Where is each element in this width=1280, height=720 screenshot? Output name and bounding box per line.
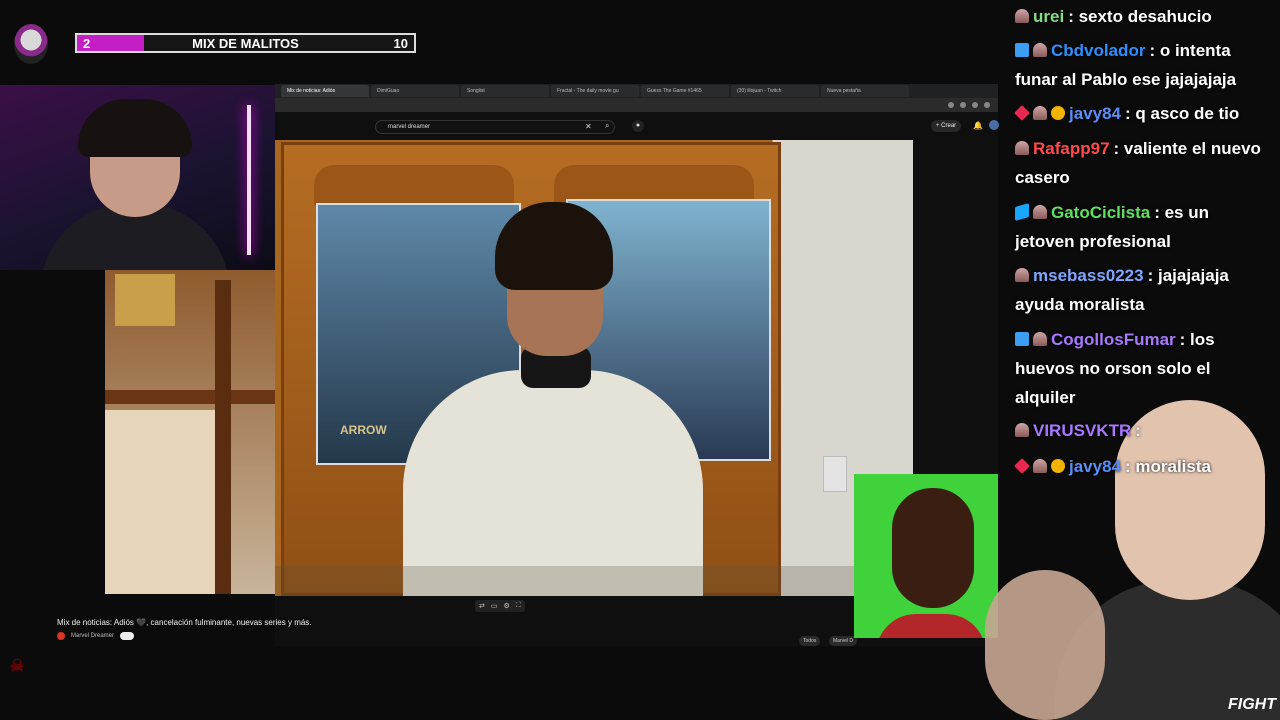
chat-username[interactable]: CogollosFumar bbox=[1051, 330, 1176, 349]
extension-icon[interactable] bbox=[972, 102, 978, 108]
video-player[interactable]: ARROW bbox=[275, 140, 913, 596]
gold-badge-icon bbox=[1051, 106, 1065, 120]
user-badge-icon bbox=[1033, 459, 1047, 473]
mix-goal: 10 bbox=[393, 36, 408, 51]
chat-panel: urei: sexto desahucio Cbdvolador: o inten… bbox=[1005, 0, 1280, 510]
user-badge-icon bbox=[1033, 106, 1047, 120]
search-input[interactable]: marvel dreamer bbox=[375, 120, 615, 134]
poster-title: ARROW bbox=[340, 423, 387, 437]
user-badge-icon bbox=[1015, 141, 1029, 155]
tab-songlist[interactable]: Songlist bbox=[461, 85, 549, 97]
presenter-sweater bbox=[403, 370, 703, 596]
led-strip bbox=[247, 105, 251, 255]
chat-username[interactable]: Rafapp97 bbox=[1033, 139, 1110, 158]
greenscreen-shirt bbox=[876, 614, 986, 638]
chat-username[interactable]: VIRUSVKTR bbox=[1033, 421, 1131, 440]
bed-blanket bbox=[105, 410, 225, 594]
captions-icon[interactable]: ▭ bbox=[491, 602, 498, 610]
chat-message: urei: sexto desahucio bbox=[1015, 2, 1270, 31]
bed-rail bbox=[105, 390, 275, 404]
user-badge-icon bbox=[1015, 423, 1029, 437]
video-floor bbox=[275, 566, 913, 596]
user-badge-icon bbox=[1015, 268, 1029, 282]
cyan-badge-icon bbox=[1015, 203, 1029, 221]
prime-badge-icon bbox=[1015, 332, 1029, 346]
mic-icon[interactable]: ● bbox=[632, 120, 644, 132]
chat-text: : moralista bbox=[1125, 457, 1211, 476]
chat-message: CogollosFumar: los huevos no orson solo … bbox=[1015, 325, 1270, 412]
chat-text: : bbox=[1135, 421, 1141, 440]
gold-badge-icon bbox=[1051, 459, 1065, 473]
bell-icon[interactable]: 🔔 bbox=[973, 121, 983, 130]
user-badge-icon bbox=[1033, 205, 1047, 219]
chat-username[interactable]: javy84 bbox=[1069, 104, 1121, 123]
video-title: Mix de noticias: Adiós 🖤, cancelación fu… bbox=[57, 618, 312, 627]
tab-bar: Mix de noticias: Adiós DimiGuao Songlist… bbox=[275, 84, 998, 98]
channel-row: Marvel Dreamer bbox=[57, 632, 134, 640]
prime-badge-icon bbox=[1015, 43, 1029, 57]
subscribe-button[interactable] bbox=[120, 632, 134, 640]
account-avatar[interactable] bbox=[989, 120, 999, 130]
user-badge-icon bbox=[1033, 43, 1047, 57]
toy-box bbox=[115, 274, 175, 326]
chat-username[interactable]: javy84 bbox=[1069, 457, 1121, 476]
channel-logo-icon bbox=[14, 24, 48, 64]
fullscreen-icon[interactable]: ⛶ bbox=[516, 602, 521, 610]
sub-badge-icon bbox=[1014, 458, 1030, 474]
tab-mix-noticias[interactable]: Mix de noticias: Adiós bbox=[281, 85, 369, 97]
hoodie-print: FIGHT bbox=[1228, 696, 1276, 713]
clear-search-icon[interactable]: ✕ bbox=[585, 122, 592, 131]
light-switch bbox=[823, 456, 847, 492]
chat-username[interactable]: GatoCiclista bbox=[1051, 203, 1150, 222]
extension-icon[interactable] bbox=[960, 102, 966, 108]
mix-progress-bar: 2 MIX DE MALITOS 10 bbox=[75, 33, 416, 53]
greenscreen-overlay bbox=[854, 474, 998, 638]
tab-new[interactable]: Nueva pestaña bbox=[821, 85, 909, 97]
chat-message: Rafapp97: valiente el nuevo casero bbox=[1015, 134, 1270, 192]
tab-fractal[interactable]: Fractal - The daily movie gu bbox=[551, 85, 639, 97]
streamer-hair bbox=[78, 99, 192, 157]
stream-scene: 2 MIX DE MALITOS 10 Mix de noticias: Adi… bbox=[0, 0, 1280, 720]
video-presenter bbox=[403, 202, 703, 596]
search-icon[interactable]: ⌕ bbox=[605, 121, 609, 131]
chip-marvel[interactable]: Marvel D bbox=[829, 636, 858, 646]
user-badge-icon bbox=[1033, 332, 1047, 346]
loop-icon[interactable]: ⇄ bbox=[479, 602, 485, 610]
sub-badge-icon bbox=[1014, 105, 1030, 121]
extension-icon[interactable] bbox=[948, 102, 954, 108]
youtube-header: marvel dreamer ✕ ⌕ ● + Crear 🔔 bbox=[275, 112, 999, 142]
bed-post bbox=[215, 280, 231, 594]
footer-logo-icon: ☠ bbox=[10, 658, 24, 675]
door-panel bbox=[314, 165, 514, 205]
chat-message: javy84: moralista bbox=[1014, 452, 1270, 481]
mix-title: MIX DE MALITOS bbox=[192, 36, 299, 51]
player-control-icons[interactable]: ⇄ ▭ ⚙ ⛶ bbox=[475, 600, 525, 612]
browser-toolbar bbox=[275, 98, 998, 112]
chat-text: : sexto desahucio bbox=[1068, 7, 1212, 26]
chip-todos[interactable]: Todos bbox=[799, 636, 821, 646]
create-button[interactable]: + Crear bbox=[931, 120, 962, 132]
chat-username[interactable]: Cbdvolador bbox=[1051, 41, 1145, 60]
user-badge-icon bbox=[1015, 9, 1029, 23]
streamer-webcam bbox=[0, 85, 275, 270]
chat-message: msebass0223: jajajajaja ayuda moralista bbox=[1015, 261, 1270, 319]
chat-username[interactable]: msebass0223 bbox=[1033, 266, 1144, 285]
bedroom-photo bbox=[105, 270, 275, 594]
tab-dimiguao[interactable]: DimiGuao bbox=[371, 85, 459, 97]
guest-hand bbox=[985, 570, 1105, 720]
greenscreen-face bbox=[892, 488, 974, 608]
chat-username[interactable]: urei bbox=[1033, 7, 1064, 26]
chat-text: : q asco de tio bbox=[1125, 104, 1240, 123]
settings-icon[interactable]: ⚙ bbox=[504, 602, 510, 610]
chat-message: GatoCiclista: es un jetoven profesional bbox=[1015, 198, 1270, 256]
channel-avatar[interactable] bbox=[57, 632, 65, 640]
chat-message: javy84: q asco de tio bbox=[1014, 99, 1270, 128]
chat-message: VIRUSVKTR: bbox=[1015, 416, 1270, 445]
tab-guess-the-game[interactable]: Guess The Game #1465 bbox=[641, 85, 729, 97]
tab-twitch[interactable]: (30) illojuan - Twitch bbox=[731, 85, 819, 97]
presenter-hair bbox=[495, 202, 613, 290]
chat-message: Cbdvolador: o intenta funar al Pablo ese… bbox=[1015, 36, 1270, 94]
menu-icon[interactable] bbox=[984, 102, 990, 108]
channel-name[interactable]: Marvel Dreamer bbox=[71, 633, 114, 639]
